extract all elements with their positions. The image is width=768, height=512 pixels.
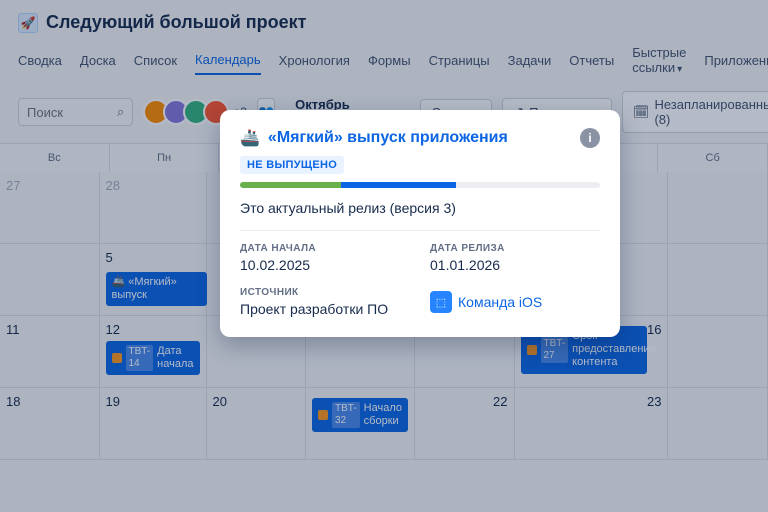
release-date-value: 01.01.2026 (430, 257, 600, 273)
team-link[interactable]: ⬚ Команда iOS (430, 287, 600, 317)
team-icon: ⬚ (430, 291, 452, 313)
team-name: Команда iOS (458, 294, 542, 310)
status-badge: НЕ ВЫПУЩЕНО (240, 156, 344, 174)
start-date-label: ДАТА НАЧАЛА (240, 243, 410, 254)
start-date-value: 10.02.2025 (240, 257, 410, 273)
info-icon[interactable]: i (580, 128, 600, 148)
source-value: Проект разработки ПО (240, 301, 410, 317)
release-title[interactable]: «Мягкий» выпуск приложения (268, 129, 572, 147)
ship-icon: 🚢 (240, 128, 260, 148)
release-date-label: ДАТА РЕЛИЗА (430, 243, 600, 254)
release-description: Это актуальный релиз (версия 3) (240, 200, 600, 216)
source-label: ИСТОЧНИК (240, 287, 410, 298)
release-popover: 🚢 «Мягкий» выпуск приложения i НЕ ВЫПУЩЕ… (220, 110, 620, 337)
progress-bar (240, 182, 600, 188)
